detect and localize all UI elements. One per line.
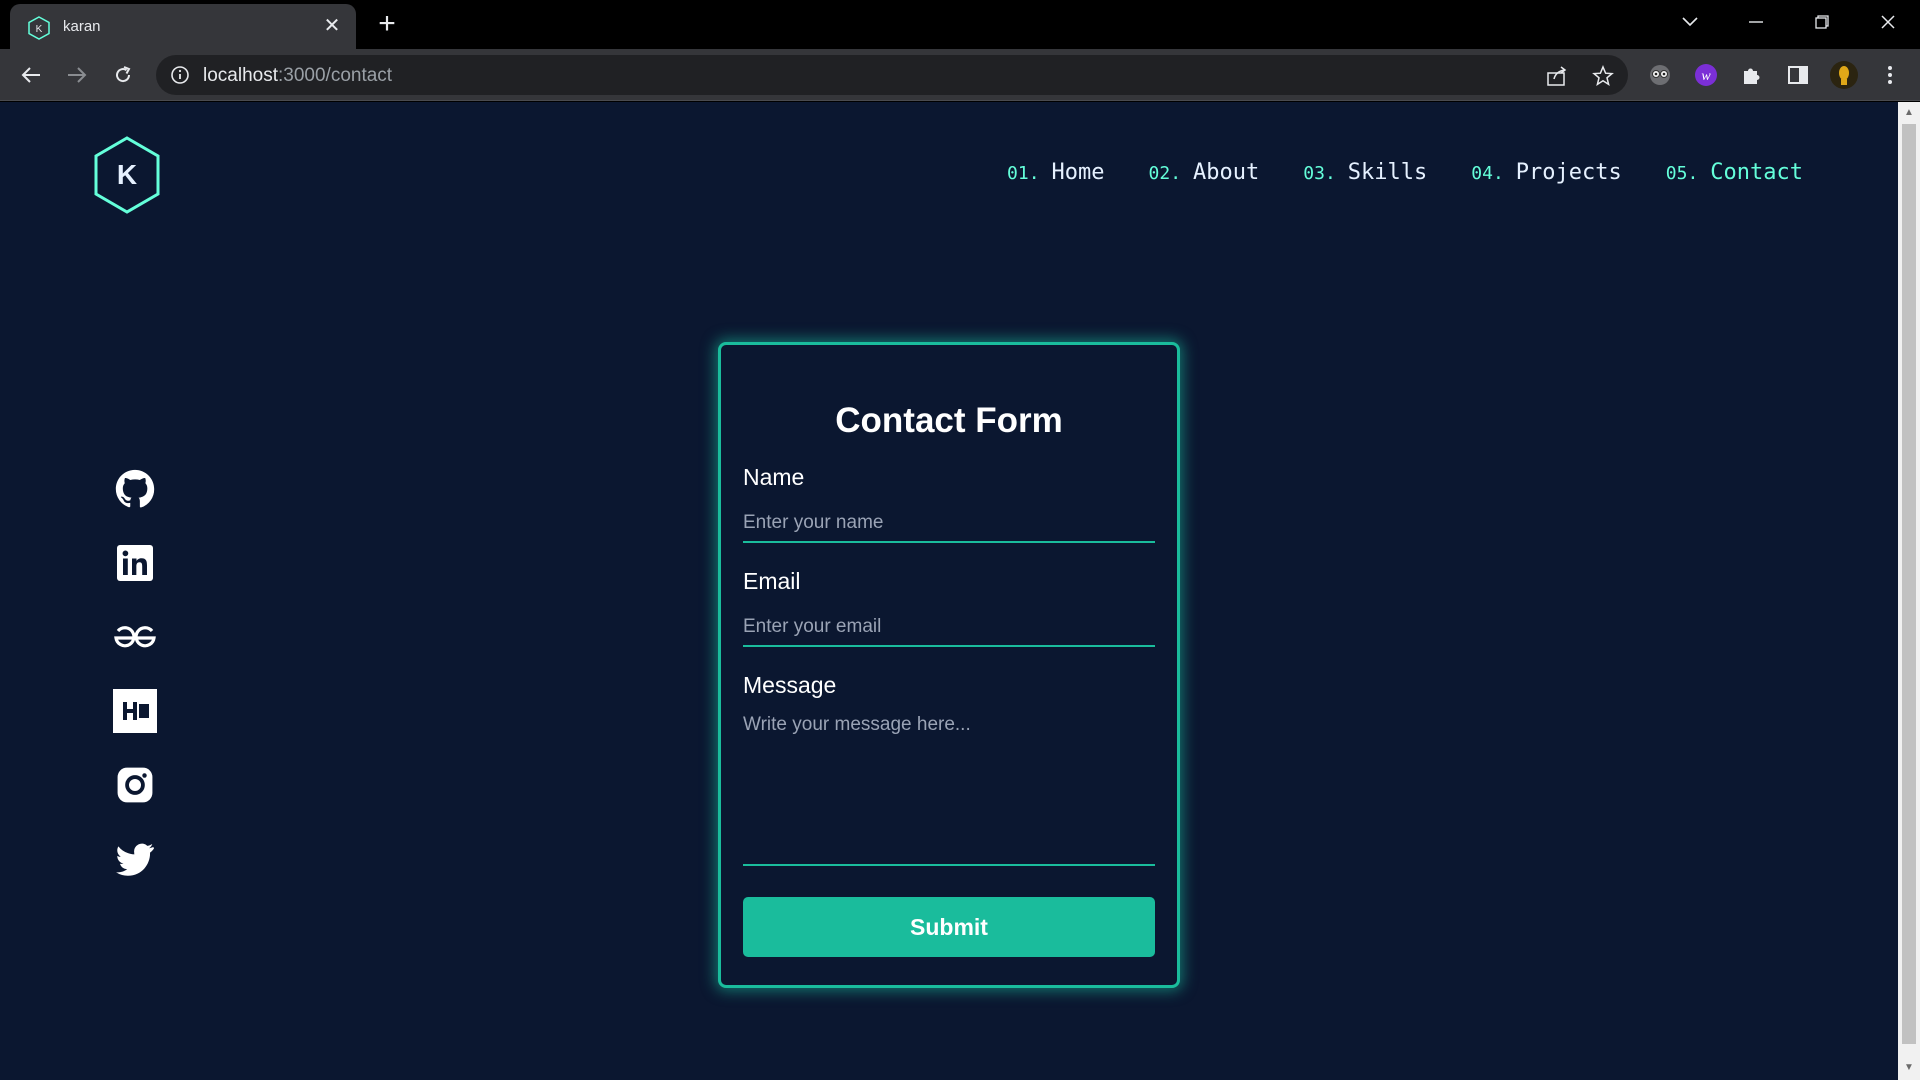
twitter-icon[interactable] [112,836,158,882]
nav-label: Contact [1710,160,1803,185]
extension-w-icon[interactable]: w [1690,59,1722,91]
new-tab-button[interactable]: + [372,9,402,40]
reload-icon[interactable] [107,59,139,91]
profile-avatar[interactable] [1828,59,1860,91]
github-icon[interactable] [112,466,158,512]
geeksforgeeks-icon[interactable] [112,614,158,660]
message-textarea[interactable] [743,706,1155,866]
extension-owl-icon[interactable] [1644,59,1676,91]
site-info-icon[interactable] [170,65,190,85]
close-window-icon[interactable] [1866,8,1910,36]
logo-letter: K [117,159,137,190]
page-viewport: K 01. Home 02. About 03. Skills 04. Proj… [0,102,1898,1080]
bookmark-star-icon[interactable] [1592,65,1614,87]
browser-tab[interactable]: K karan ✕ [10,4,356,49]
name-label: Name [743,464,805,490]
main-nav: 01. Home 02. About 03. Skills 04. Projec… [963,160,1803,185]
extensions-puzzle-icon[interactable] [1736,59,1768,91]
url-path: :3000/contact [278,65,393,86]
nav-item-projects[interactable]: 04. Projects [1471,160,1621,185]
contact-form: Contact Form Name Email Message Submit [718,342,1180,988]
tab-close-icon[interactable]: ✕ [320,14,344,38]
nav-number: 04. [1471,163,1504,184]
restore-icon[interactable] [1800,8,1844,36]
nav-item-about[interactable]: 02. About [1149,160,1260,185]
nav-label: About [1193,160,1260,185]
tab-search-chevron-icon[interactable] [1668,8,1712,36]
email-label: Email [743,568,801,594]
page-scrollbar[interactable]: ▲ ▼ [1898,102,1920,1080]
email-input[interactable] [743,609,1155,647]
name-input[interactable] [743,505,1155,543]
linkedin-icon[interactable] [112,540,158,586]
message-label: Message [743,672,837,698]
instagram-icon[interactable] [112,762,158,808]
nav-number: 02. [1148,163,1182,184]
url-text[interactable]: localhost:3000/contact [203,65,392,87]
browser-toolbar: localhost:3000/contact w [0,49,1920,101]
nav-number: 03. [1303,163,1336,184]
browser-tabstrip: K karan ✕ + [0,0,1920,49]
tab-title: karan [63,18,101,35]
nav-label: Home [1051,160,1105,185]
nav-label: Projects [1515,160,1622,185]
hexagon-logo[interactable]: K [93,136,161,214]
hashnode-icon[interactable] [112,688,158,734]
form-title: Contact Form [835,401,1063,440]
nav-label: Skills [1347,160,1428,185]
side-panel-icon[interactable] [1782,59,1814,91]
social-links [112,466,158,910]
scrollbar-thumb[interactable] [1902,124,1916,1044]
url-host: localhost [203,65,278,86]
nav-item-contact[interactable]: 05. Contact [1666,160,1803,185]
hexagon-logo-favicon-icon: K [28,16,50,40]
submit-button[interactable]: Submit [743,897,1155,957]
nav-item-home[interactable]: 01. Home [1007,160,1105,185]
minimize-icon[interactable] [1734,8,1778,36]
nav-number: 05. [1665,163,1699,184]
back-arrow-icon[interactable] [15,59,47,91]
scroll-down-arrow-icon[interactable]: ▼ [1903,1062,1915,1074]
address-bar[interactable]: localhost:3000/contact [156,55,1628,95]
share-icon[interactable] [1546,65,1568,87]
nav-number: 01. [1007,163,1040,184]
nav-item-skills[interactable]: 03. Skills [1303,160,1427,185]
scroll-up-arrow-icon[interactable]: ▲ [1903,107,1915,119]
browser-menu-icon[interactable] [1874,59,1906,91]
svg-text:K: K [36,24,43,35]
forward-arrow-icon[interactable] [61,59,93,91]
svg-text:w: w [1701,69,1711,84]
